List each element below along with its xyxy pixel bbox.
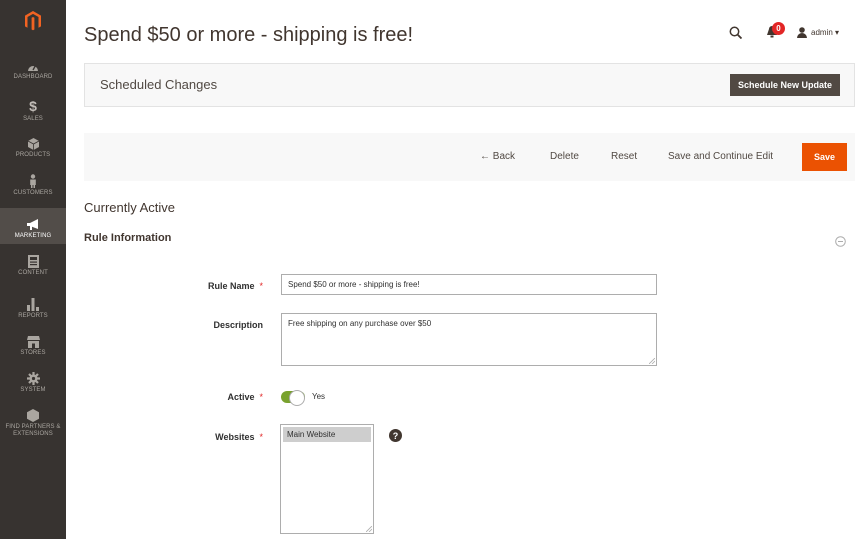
sidebar-item-reports[interactable]: REPORTS [0,293,66,320]
page-actions-bar: ← Back Delete Reset Save and Continue Ed… [84,133,855,181]
content-icon [27,250,39,268]
required-marker: * [259,432,263,442]
admin-username: admin ▾ [811,28,840,37]
store-icon [26,330,40,348]
bar-chart-icon [27,293,39,311]
required-marker: * [259,392,263,402]
websites-multiselect[interactable]: Main Website [280,424,374,534]
description-label: Description [143,320,263,330]
search-icon[interactable] [729,26,743,44]
help-question-icon[interactable]: ? [389,429,402,442]
notification-count-badge[interactable]: 0 [772,22,785,35]
user-icon [797,27,807,38]
active-toggle-switch[interactable] [281,390,305,406]
sidebar-item-label: DASHBOARD [13,74,53,80]
gear-icon [26,367,40,385]
sidebar-item-stores[interactable]: STORES [0,330,66,357]
active-label-text: Active [227,392,255,402]
sidebar-item-label: REPORTS [18,313,48,319]
scheduled-changes-title: Scheduled Changes [100,77,218,92]
sidebar-item-dashboard[interactable]: DASHBOARD [0,54,66,81]
required-marker: * [259,281,263,291]
person-icon [29,170,37,188]
sidebar-item-system[interactable]: SYSTEM [0,367,66,394]
rule-name-label: Rule Name * [143,281,263,291]
rule-information-section-title[interactable]: Rule Information [84,232,171,244]
sidebar-item-extensions[interactable]: FIND PARTNERS & EXTENSIONS [0,404,66,438]
back-button[interactable]: ← Back [480,151,515,162]
sidebar-item-label: CONTENT [18,270,48,276]
delete-button[interactable]: Delete [550,151,579,162]
sidebar-item-label: CUSTOMERS [13,190,53,196]
page-title: Spend $50 or more - shipping is free! [84,24,414,46]
description-textarea[interactable]: Free shipping on any purchase over $50 [281,313,657,366]
megaphone-icon [26,213,41,231]
websites-option-main-website[interactable]: Main Website [283,427,371,442]
description-label-text: Description [213,320,263,330]
reset-button[interactable]: Reset [611,151,637,162]
save-and-continue-button[interactable]: Save and Continue Edit [668,151,773,162]
scheduled-changes-panel: Scheduled Changes Schedule New Update [84,63,855,107]
extensions-icon [27,404,39,422]
sidebar-item-label: MARKETING [14,233,52,239]
rule-name-input[interactable]: Spend $50 or more - shipping is free! [281,274,657,295]
sidebar-item-label: SYSTEM [20,387,46,393]
websites-label-text: Websites [215,432,255,442]
dollar-icon: $ [29,98,37,114]
magento-logo[interactable] [0,0,66,42]
dashboard-icon [27,54,39,72]
magento-logo-icon [25,11,41,31]
collapse-section-icon[interactable] [835,234,846,252]
admin-sidebar: DASHBOARD $ SALES PRODUCTS CUSTOMERS MAR… [0,0,66,539]
resize-grip-icon[interactable] [649,358,655,364]
sidebar-item-sales[interactable]: $ SALES [0,96,66,123]
cube-icon [27,132,39,150]
sidebar-item-products[interactable]: PRODUCTS [0,132,66,159]
active-label: Active * [143,392,263,402]
admin-user-menu[interactable]: admin ▾ [797,27,839,38]
sidebar-item-label: STORES [20,350,46,356]
sidebar-item-label: SALES [23,116,43,122]
schedule-new-update-button[interactable]: Schedule New Update [729,74,840,96]
currently-active-heading: Currently Active [84,200,176,215]
sidebar-item-content[interactable]: CONTENT [0,250,66,277]
rule-name-label-text: Rule Name [207,281,255,291]
active-toggle-value: Yes [312,392,326,401]
save-button[interactable]: Save [802,143,847,171]
sidebar-item-label: FIND PARTNERS & EXTENSIONS [5,424,61,437]
sidebar-item-marketing[interactable]: MARKETING [0,208,66,244]
sidebar-item-customers[interactable]: CUSTOMERS [0,170,66,197]
sidebar-item-label: PRODUCTS [15,152,51,158]
websites-label: Websites * [143,432,263,442]
resize-grip-icon[interactable] [366,526,372,532]
